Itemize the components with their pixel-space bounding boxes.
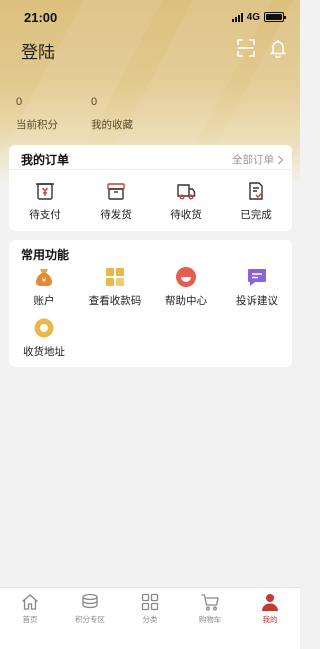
service-account[interactable]: ¥ 账户: [9, 266, 79, 308]
service-address[interactable]: 收货地址: [9, 317, 79, 359]
service-help-center-label: 帮助中心: [165, 295, 207, 307]
profile-icon: [260, 592, 280, 612]
order-pending-receipt[interactable]: 待收货: [151, 180, 221, 222]
service-feedback[interactable]: 投诉建议: [222, 266, 292, 308]
service-feedback-label: 投诉建议: [236, 295, 278, 307]
tab-category-label: 分类: [142, 615, 158, 624]
bell-icon[interactable]: [268, 38, 288, 59]
money-bag-icon: ¥: [33, 266, 55, 288]
service-account-label: 账户: [33, 295, 55, 307]
tab-points[interactable]: 积分专区: [60, 592, 120, 625]
cart-icon: [200, 592, 220, 612]
favorites-value: 0: [91, 96, 98, 108]
chevron-right-icon: [278, 155, 284, 164]
order-completed[interactable]: 已完成: [221, 180, 291, 222]
order-pending-shipment[interactable]: 待发货: [81, 180, 151, 222]
status-time: 21:00: [24, 9, 58, 25]
service-payment-code[interactable]: 查看收款码: [80, 266, 150, 308]
truck-icon: [175, 180, 197, 202]
chat-icon: [246, 266, 268, 288]
status-bar: 21:00 4G: [0, 0, 300, 34]
home-icon: [20, 592, 40, 612]
signal-icon: [231, 12, 243, 22]
battery-icon: [264, 12, 286, 22]
tab-profile-label: 我的: [262, 615, 278, 624]
points-label: 当前积分: [16, 119, 58, 131]
order-completed-label: 已完成: [240, 209, 272, 221]
tab-cart[interactable]: 购物车: [180, 592, 240, 625]
smile-icon: [175, 266, 197, 288]
tab-category[interactable]: 分类: [120, 592, 180, 625]
orders-divider: [9, 169, 292, 170]
document-check-icon: [245, 180, 267, 202]
services-card: 常用功能 ¥ 账户 查看收款码 帮助中心 投诉建议 收货地址: [9, 240, 292, 367]
wallet-icon: [34, 180, 56, 202]
tab-points-label: 积分专区: [75, 615, 105, 624]
scan-icon[interactable]: [236, 38, 256, 58]
network-type: 4G: [246, 11, 260, 23]
tab-home-label: 首页: [22, 615, 38, 624]
service-help-center[interactable]: 帮助中心: [151, 266, 221, 308]
all-orders-link[interactable]: 全部订单: [232, 152, 284, 167]
tab-cart-label: 购物车: [198, 615, 222, 624]
orders-title: 我的订单: [21, 153, 70, 167]
orders-card: 我的订单 全部订单 待支付 待发货 待收货 已完成: [9, 145, 292, 231]
service-payment-code-label: 查看收款码: [88, 295, 142, 307]
coins-icon: [80, 592, 100, 612]
points-value: 0: [16, 96, 23, 108]
service-address-label: 收货地址: [23, 346, 65, 358]
order-pending-receipt-label: 待收货: [170, 209, 202, 221]
location-ring-icon: [33, 317, 55, 339]
tab-profile[interactable]: 我的: [240, 592, 300, 625]
package-icon: [105, 180, 127, 202]
services-title: 常用功能: [21, 248, 70, 262]
tab-home[interactable]: 首页: [0, 592, 60, 625]
favorites-stat[interactable]: 0 我的收藏: [91, 96, 133, 132]
favorites-label: 我的收藏: [91, 119, 133, 131]
category-icon: [140, 592, 160, 612]
grid-code-icon: [104, 266, 126, 288]
order-pending-payment-label: 待支付: [29, 209, 61, 221]
order-pending-payment[interactable]: 待支付: [10, 180, 80, 222]
bottom-tab-bar: 首页 积分专区 分类 购物车 我的: [0, 587, 300, 649]
status-indicators: 4G: [231, 11, 286, 23]
all-orders-label: 全部订单: [232, 154, 274, 166]
svg-text:¥: ¥: [42, 277, 47, 285]
login-title[interactable]: 登陆: [21, 38, 55, 63]
order-pending-shipment-label: 待发货: [100, 209, 132, 221]
points-stat[interactable]: 0 当前积分: [16, 96, 58, 132]
